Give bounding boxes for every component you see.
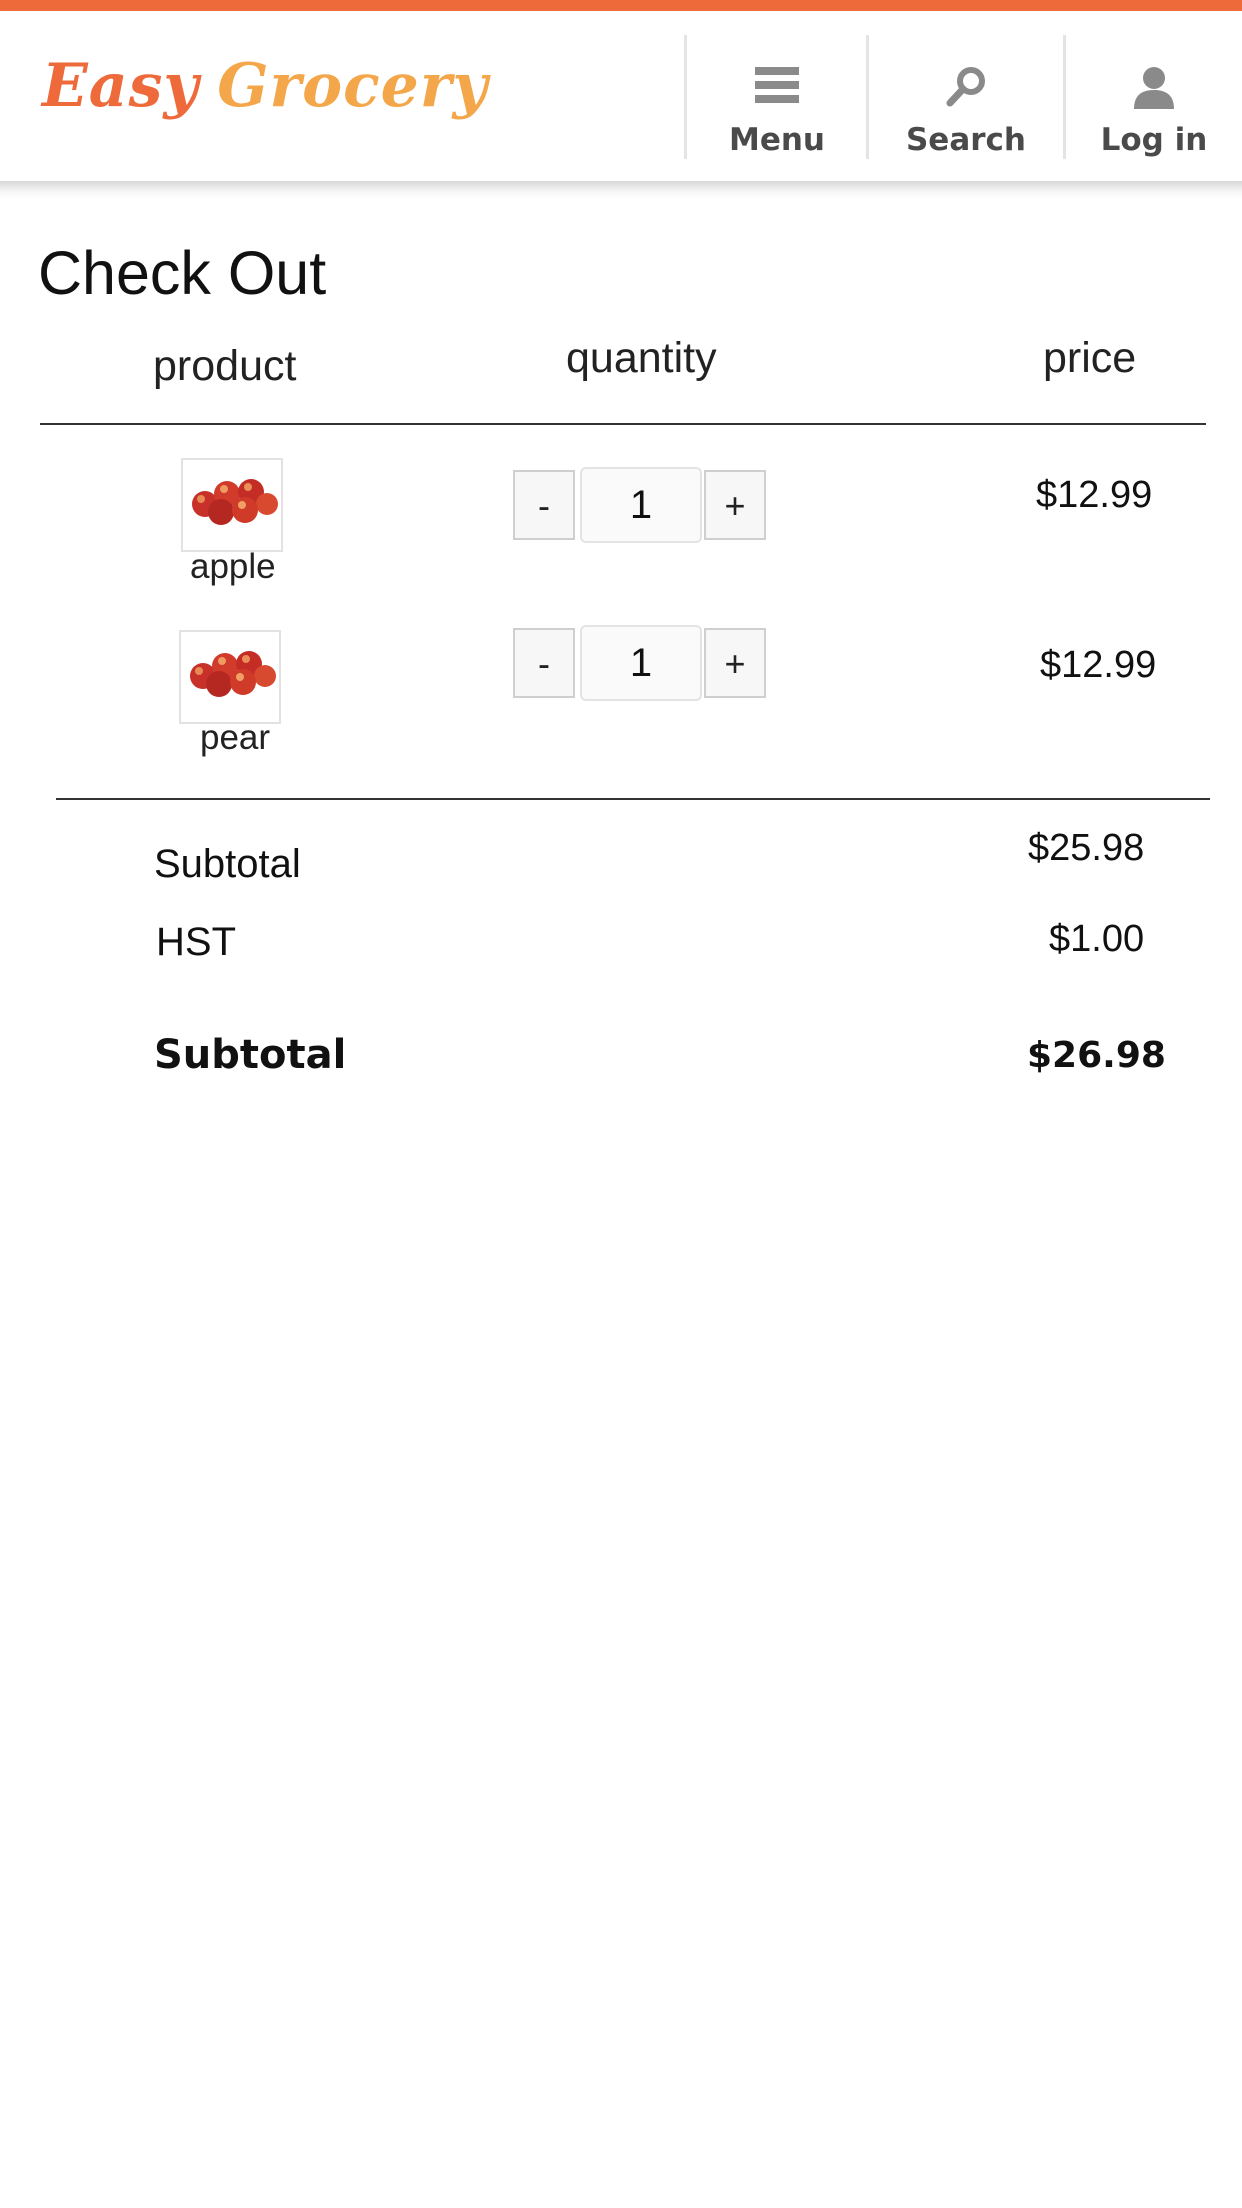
total-label: Subtotal bbox=[154, 1032, 347, 1078]
decrement-button[interactable]: - bbox=[513, 628, 575, 698]
menu-label: Menu bbox=[728, 122, 825, 158]
checkout-page: Easy Grocery Menu Search Log in Check Ou… bbox=[0, 0, 1242, 2208]
login-button[interactable]: Log in bbox=[1066, 35, 1242, 159]
login-label: Log in bbox=[1100, 122, 1208, 158]
search-icon bbox=[944, 65, 988, 114]
column-header-price: price bbox=[1043, 334, 1137, 382]
page-title: Check Out bbox=[38, 239, 327, 307]
header-shadow bbox=[0, 181, 1242, 199]
column-header-quantity: quantity bbox=[566, 334, 717, 382]
user-icon bbox=[1132, 65, 1176, 114]
decrement-button[interactable]: - bbox=[513, 470, 575, 540]
site-header: Easy Grocery Menu Search Log in bbox=[0, 11, 1242, 181]
hamburger-icon bbox=[755, 65, 799, 110]
item-price: $12.99 bbox=[1040, 644, 1157, 686]
menu-button[interactable]: Menu bbox=[687, 35, 867, 159]
item-price: $12.99 bbox=[1036, 474, 1153, 516]
quantity-field[interactable]: 1 bbox=[580, 625, 702, 701]
product-name: pear bbox=[200, 718, 271, 757]
header-divider bbox=[40, 423, 1206, 425]
tax-value: $1.00 bbox=[1049, 918, 1145, 960]
items-divider bbox=[56, 798, 1210, 800]
top-accent-stripe bbox=[0, 0, 1242, 11]
product-name: apple bbox=[190, 547, 276, 586]
increment-button[interactable]: + bbox=[704, 628, 766, 698]
logo-word-easy: Easy bbox=[42, 51, 200, 121]
search-button[interactable]: Search bbox=[869, 35, 1063, 159]
total-value: $26.98 bbox=[1027, 1035, 1166, 1076]
product-image[interactable] bbox=[179, 630, 281, 724]
logo-word-grocery: Grocery bbox=[217, 51, 489, 121]
quantity-field[interactable]: 1 bbox=[580, 467, 702, 543]
product-image[interactable] bbox=[181, 458, 283, 552]
apples-thumbnail-icon bbox=[190, 651, 276, 697]
logo[interactable]: Easy Grocery bbox=[42, 51, 488, 121]
increment-button[interactable]: + bbox=[704, 470, 766, 540]
column-header-product: product bbox=[153, 342, 297, 390]
subtotal-value: $25.98 bbox=[1028, 827, 1145, 869]
tax-label: HST bbox=[156, 920, 236, 964]
subtotal-label: Subtotal bbox=[154, 842, 301, 886]
apples-thumbnail-icon bbox=[192, 479, 278, 525]
search-label: Search bbox=[905, 122, 1026, 158]
